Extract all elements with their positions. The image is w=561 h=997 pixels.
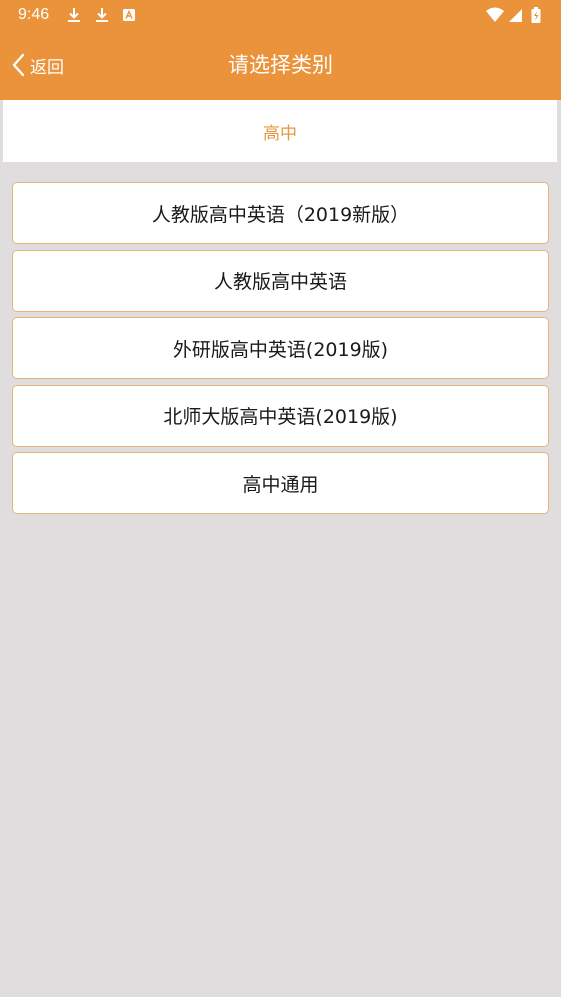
notification-a-icon xyxy=(123,9,135,21)
category-list: 人教版高中英语（2019新版） 人教版高中英语 外研版高中英语(2019版) 北… xyxy=(12,182,549,520)
category-item[interactable]: 人教版高中英语（2019新版） xyxy=(12,182,549,244)
category-item-label: 人教版高中英语（2019新版） xyxy=(151,203,410,226)
category-item[interactable]: 人教版高中英语 xyxy=(12,249,549,312)
download-icon xyxy=(96,8,108,22)
app-header: 9:46 返回 请选择类别 xyxy=(0,0,561,100)
category-item-label: 外研版高中英语(2019版) xyxy=(172,338,389,361)
download-icon xyxy=(68,8,80,22)
level-tab-high-school[interactable]: 高中 xyxy=(3,100,557,162)
category-item[interactable]: 北师大版高中英语(2019版) xyxy=(12,384,549,447)
status-bar: 9:46 xyxy=(0,0,561,30)
status-time: 9:46 xyxy=(18,6,50,23)
category-item-label: 北师大版高中英语(2019版) xyxy=(163,406,398,428)
category-item[interactable]: 高中通用 xyxy=(12,452,549,514)
navigation-bar: 返回 请选择类别 xyxy=(0,30,561,100)
signal-icon xyxy=(509,9,522,22)
category-item-label: 人教版高中英语 xyxy=(213,271,347,293)
page-title: 请选择类别 xyxy=(228,53,333,77)
category-item-label: 高中通用 xyxy=(242,473,319,496)
wifi-icon xyxy=(486,7,504,22)
battery-charging-icon xyxy=(531,7,541,23)
level-tab-label: 高中 xyxy=(263,123,297,144)
category-item[interactable]: 外研版高中英语(2019版) xyxy=(12,317,549,379)
